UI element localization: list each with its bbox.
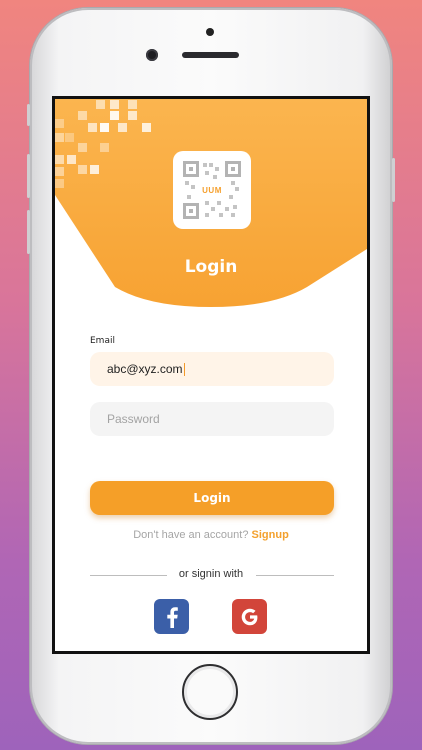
email-label: Email: [90, 336, 115, 346]
app-screen: UUM Login Email abc@xyz.com Password Log…: [52, 96, 370, 654]
password-placeholder: Password: [107, 412, 160, 426]
no-account-text: Don't have an account?: [133, 529, 249, 541]
signup-link[interactable]: Signup: [252, 529, 289, 541]
divider-right: [256, 575, 334, 576]
proximity-sensor: [206, 28, 214, 36]
facebook-icon: [166, 606, 178, 628]
email-field[interactable]: abc@xyz.com: [90, 352, 334, 386]
signup-prompt: Don't have an account? Signup: [55, 529, 367, 541]
or-signin-text: or signin with: [178, 568, 244, 580]
text-cursor: [183, 362, 185, 376]
mute-switch: [27, 104, 30, 126]
google-login-button[interactable]: [232, 599, 267, 634]
front-camera: [146, 49, 158, 61]
volume-down-button: [27, 210, 30, 254]
email-value: abc@xyz.com: [107, 362, 183, 376]
login-button[interactable]: Login: [90, 481, 334, 515]
qr-code-icon: UUM: [183, 161, 241, 219]
facebook-login-button[interactable]: [154, 599, 189, 634]
google-icon: [241, 608, 257, 625]
volume-up-button: [27, 154, 30, 198]
earpiece-speaker: [182, 52, 239, 58]
app-logo: UUM: [173, 151, 251, 229]
password-field[interactable]: Password: [90, 402, 334, 436]
page-title: Login: [184, 257, 238, 277]
phone-frame: UUM Login Email abc@xyz.com Password Log…: [27, 8, 395, 744]
power-button: [392, 158, 395, 202]
logo-text: UUM: [197, 184, 227, 196]
home-button[interactable]: [182, 664, 238, 720]
